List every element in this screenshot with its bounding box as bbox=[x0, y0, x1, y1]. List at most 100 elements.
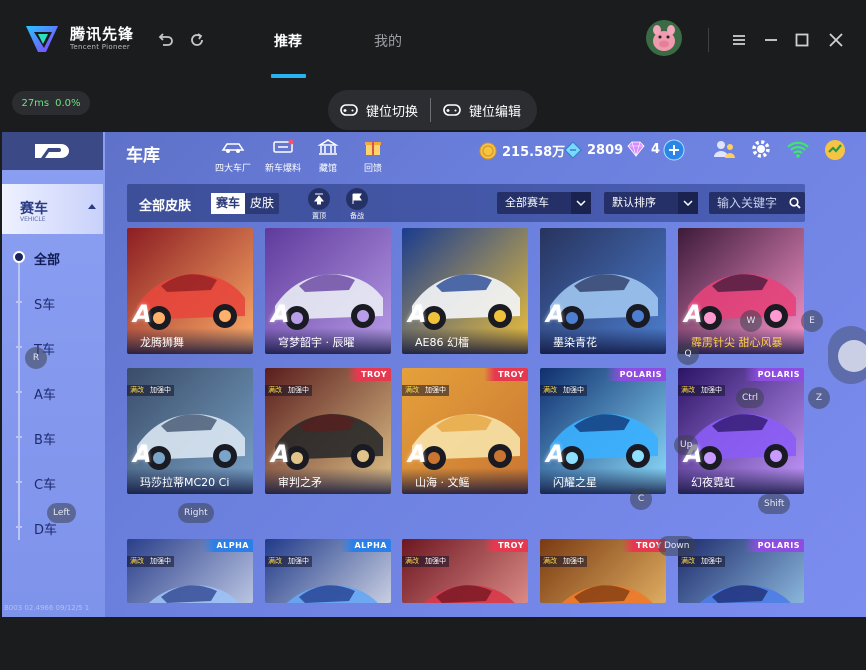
friends-icon[interactable] bbox=[712, 138, 738, 160]
sort-select[interactable]: 默认排序 bbox=[604, 192, 698, 214]
car-name: 龙腾狮舞 bbox=[127, 328, 253, 354]
sidebar-track bbox=[18, 254, 20, 540]
buff-tag: 加强中 bbox=[285, 556, 312, 567]
refresh-icon[interactable] bbox=[188, 31, 206, 49]
undo-icon[interactable] bbox=[157, 31, 175, 49]
tab-mine[interactable]: 我的 bbox=[374, 31, 402, 51]
game-view[interactable]: 赛车 VEHICLE 全部 S车 T车 A车 B车 C车 D车 车库 四大车厂 bbox=[2, 132, 866, 617]
buff-tag: 加强中 bbox=[147, 556, 174, 567]
bottom-bar bbox=[0, 617, 866, 670]
car-card[interactable]: POLARIS 满改 加强中 A 闪耀之星 bbox=[540, 368, 666, 494]
grade-badge: A bbox=[271, 440, 290, 468]
new-car-button[interactable]: 新车爆料 bbox=[258, 138, 308, 174]
car-card[interactable]: ALPHA 满改 加强中 bbox=[265, 539, 391, 603]
toggle-car[interactable]: 赛车 bbox=[211, 193, 246, 214]
key-hint-down: Down bbox=[658, 536, 696, 556]
brand-badge: TROY bbox=[484, 368, 528, 381]
key-hint-z: Z bbox=[808, 387, 830, 409]
full-mod-tag: 满改 bbox=[678, 385, 698, 396]
brand-badge: ALPHA bbox=[340, 539, 391, 552]
hexagon-icon bbox=[838, 340, 866, 372]
voucher-balance[interactable]: 2809 bbox=[564, 141, 623, 159]
sidebar-item-all[interactable]: 全部 bbox=[34, 249, 60, 268]
side-action-button[interactable] bbox=[828, 326, 866, 384]
category-title: 赛车 bbox=[20, 201, 48, 217]
voucher-value: 2809 bbox=[587, 142, 624, 158]
car-card[interactable]: POLARIS 满改 加强中 bbox=[678, 539, 804, 603]
card-tags: 满改 加强中 bbox=[402, 556, 449, 567]
search-input[interactable]: 输入关键字 bbox=[709, 192, 805, 214]
avatar[interactable] bbox=[646, 20, 682, 56]
sidebar-item-b[interactable]: B车 bbox=[34, 429, 56, 448]
car-filter-select[interactable]: 全部赛车 bbox=[497, 192, 591, 214]
factory-button[interactable]: 四大车厂 bbox=[208, 138, 258, 174]
search-icon[interactable] bbox=[789, 197, 801, 209]
keymap-switch-label: 键位切换 bbox=[366, 104, 419, 120]
car-card[interactable]: A 墨染青花 bbox=[540, 228, 666, 354]
car-card[interactable]: A 霹雳针尖 甜心风暴 bbox=[678, 228, 804, 354]
card-tags: 满改 加强中 bbox=[678, 556, 725, 567]
car-card[interactable]: TROY 满改 加强中 A 山海 · 文鳐 bbox=[402, 368, 528, 494]
car-card[interactable]: TROY 满改 加强中 bbox=[540, 539, 666, 603]
add-currency-icon[interactable] bbox=[663, 139, 685, 161]
menu-icon[interactable] bbox=[730, 31, 748, 49]
buff-tag: 加强中 bbox=[147, 385, 174, 396]
garage-sidebar: 赛车 VEHICLE 全部 S车 T车 A车 B车 C车 D车 bbox=[2, 132, 105, 617]
key-hint-shift: Shift bbox=[758, 494, 791, 514]
latency-value: 27ms bbox=[21, 97, 50, 109]
full-mod-tag: 满改 bbox=[540, 556, 560, 567]
car-card[interactable]: POLARIS 满改 加强中 A 幻夜霓虹 bbox=[678, 368, 804, 494]
car-name: 穹梦韶宇 · 辰曜 bbox=[265, 328, 391, 354]
car-card[interactable]: A 穹梦韶宇 · 辰曜 bbox=[265, 228, 391, 354]
coin-balance[interactable]: 215.58万 bbox=[479, 141, 565, 160]
keymap-edit-label: 键位编辑 bbox=[469, 104, 522, 120]
maximize-icon[interactable] bbox=[793, 31, 811, 49]
car-card[interactable]: 满改 加强中 A 玛莎拉蒂MC20 Ci bbox=[127, 368, 253, 494]
key-hint-r: R bbox=[25, 347, 47, 369]
full-mod-tag: 满改 bbox=[265, 556, 285, 567]
full-mod-tag: 满改 bbox=[402, 556, 422, 567]
brand-badge: POLARIS bbox=[743, 539, 804, 552]
museum-button[interactable]: 藏馆 bbox=[303, 138, 353, 174]
app-logo[interactable]: 腾讯先锋 Tencent Pioneer bbox=[24, 22, 134, 56]
toolbar: 27ms 0.0% 键位切换 键位编辑 bbox=[0, 80, 866, 132]
full-mod-tag: 满改 bbox=[265, 385, 285, 396]
tab-recommend[interactable]: 推荐 bbox=[274, 31, 302, 51]
car-card[interactable]: A AE86 幻檑 bbox=[402, 228, 528, 354]
sidebar-tick bbox=[16, 391, 22, 393]
category-vehicle[interactable]: 赛车 VEHICLE bbox=[2, 184, 103, 234]
key-hint-e: E bbox=[801, 310, 823, 332]
sidebar-tick bbox=[16, 301, 22, 303]
buff-tag: 加强中 bbox=[698, 556, 725, 567]
backup-button[interactable]: 备战 bbox=[343, 188, 371, 221]
pin-top-icon bbox=[313, 193, 325, 205]
diamond-value: 4 bbox=[651, 141, 661, 157]
keymap-edit-button[interactable]: 键位编辑 bbox=[431, 101, 533, 120]
app-window: 腾讯先锋 Tencent Pioneer 推荐 我的 27ms 0.0% 键位切… bbox=[0, 0, 866, 670]
factory-label: 四大车厂 bbox=[214, 164, 251, 174]
settings-icon[interactable] bbox=[750, 138, 772, 160]
backup-label: 备战 bbox=[350, 212, 364, 220]
close-icon[interactable] bbox=[827, 31, 845, 49]
toggle-skin[interactable]: 皮肤 bbox=[245, 193, 279, 214]
sidebar-item-c[interactable]: C车 bbox=[34, 474, 56, 493]
car-card[interactable]: TROY 满改 加强中 bbox=[402, 539, 528, 603]
sidebar-item-s[interactable]: S车 bbox=[34, 294, 55, 313]
car-card[interactable]: ALPHA 满改 加强中 bbox=[127, 539, 253, 603]
sidebar-item-a[interactable]: A车 bbox=[34, 384, 56, 403]
diamond-balance[interactable]: 4 bbox=[626, 141, 660, 157]
car-card[interactable]: TROY 满改 加强中 A 审判之矛 bbox=[265, 368, 391, 494]
performance-icon[interactable] bbox=[824, 139, 846, 161]
pin-button[interactable]: 置顶 bbox=[305, 188, 333, 221]
keymap-switch-button[interactable]: 键位切换 bbox=[328, 101, 430, 120]
brand-badge: ALPHA bbox=[202, 539, 253, 552]
car-card[interactable]: A 龙腾狮舞 bbox=[127, 228, 253, 354]
minimize-icon[interactable] bbox=[762, 31, 780, 49]
key-hint-c: C bbox=[630, 488, 652, 510]
chevron-down-icon bbox=[576, 200, 586, 206]
key-hint-q: Q bbox=[677, 343, 699, 365]
card-tags: 满改 加强中 bbox=[127, 385, 174, 396]
search-placeholder: 输入关键字 bbox=[717, 196, 778, 210]
grade-badge: A bbox=[133, 440, 152, 468]
gift-button[interactable]: 回馈 bbox=[348, 138, 398, 174]
